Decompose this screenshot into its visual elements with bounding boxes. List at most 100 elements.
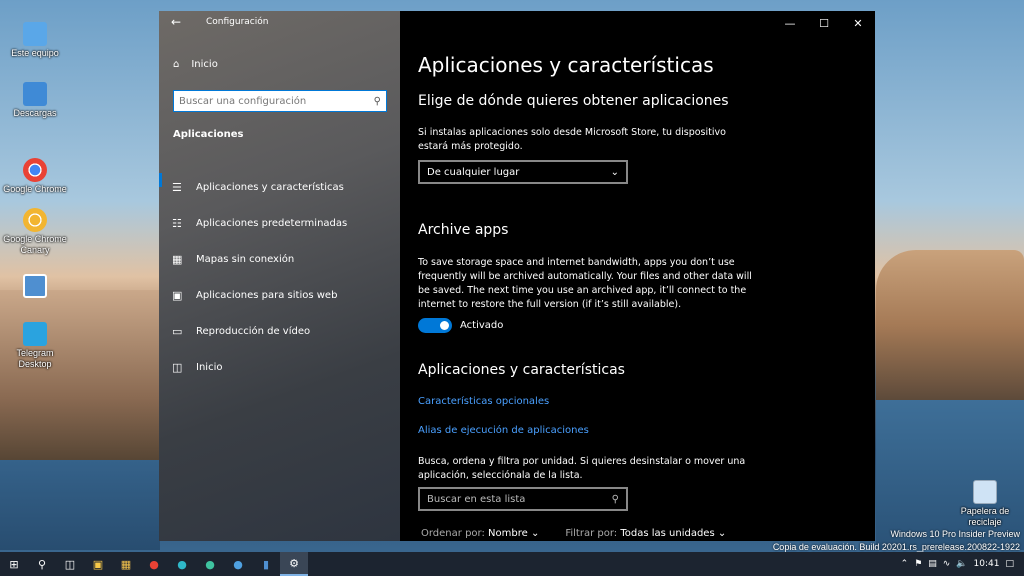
source-description: Si instalas aplicaciones solo desde Micr… xyxy=(418,127,726,152)
sidebar-section-title: Aplicaciones xyxy=(173,129,244,140)
computer-icon xyxy=(23,22,47,46)
default-apps-icon: ☷ xyxy=(172,216,182,230)
desktop-icon-chrome[interactable]: Google Chrome xyxy=(0,158,70,195)
features-heading: Aplicaciones y características xyxy=(418,362,625,378)
back-arrow-icon[interactable]: ← xyxy=(171,15,181,29)
desktop-icon-this-pc[interactable]: Este equipo xyxy=(0,22,70,59)
filter-value: Todas las unidades xyxy=(620,528,715,539)
network-icon[interactable]: ▤ xyxy=(928,559,937,569)
chrome-icon: ● xyxy=(149,557,159,571)
sidebar-item-label: Aplicaciones predeterminadas xyxy=(196,217,348,229)
sidebar-item-label: Reproducción de vídeo xyxy=(196,325,311,337)
app-window-icon xyxy=(23,274,47,298)
desktop-icon-telegram[interactable]: Telegram Desktop xyxy=(0,322,70,370)
sort-filter-row: Ordenar por: Nombre ⌄ Filtrar por: Todas… xyxy=(421,528,726,539)
task-view-button[interactable]: ◫ xyxy=(56,552,84,576)
page-title: Aplicaciones y características xyxy=(418,53,714,77)
window-title: Configuración xyxy=(206,17,269,27)
wallpaper-hill-left xyxy=(0,290,160,470)
filter-dropdown[interactable]: Filtrar por: Todas las unidades ⌄ xyxy=(565,528,726,539)
clock[interactable]: 10:41 xyxy=(974,559,1000,569)
taskbar-chrome[interactable]: ● xyxy=(140,552,168,576)
app-list-search-input[interactable]: Buscar en esta lista ⚲ xyxy=(418,487,628,511)
taskbar-settings[interactable]: ⚙ xyxy=(280,552,308,576)
sidebar-home-label: Inicio xyxy=(191,59,218,70)
desktop-icon-chrome-canary[interactable]: Google Chrome Canary xyxy=(0,208,70,256)
desktop-icon-label: Este equipo xyxy=(11,48,59,58)
sidebar-item-offline-maps[interactable]: ▦ Mapas sin conexión xyxy=(159,241,400,277)
map-icon: ▦ xyxy=(172,252,183,266)
settings-search-input[interactable]: Buscar una configuración ⚲ xyxy=(173,90,387,112)
sidebar-item-apps-features[interactable]: ☰ Aplicaciones y características xyxy=(159,169,400,205)
settings-sidebar: ← Configuración ⌂ Inicio Buscar una conf… xyxy=(159,11,400,541)
taskbar-edge-dev[interactable]: ● xyxy=(224,552,252,576)
desktop-icon-label: Google Chrome xyxy=(3,184,67,194)
chevron-up-icon[interactable]: ⌃ xyxy=(901,559,909,569)
desktop-icon-downloads[interactable]: Descargas xyxy=(0,82,70,119)
store-icon: ▣ xyxy=(92,557,104,571)
system-tray: ⌃ ⚑ ▤ ∿ 🔈 10:41 □ xyxy=(901,552,1024,576)
app-source-value: De cualquier lugar xyxy=(427,166,520,178)
archive-toggle-row: Activado xyxy=(418,318,503,333)
search-placeholder: Buscar una configuración xyxy=(179,95,307,107)
window-controls: — ☐ ✕ xyxy=(773,11,875,35)
app-source-dropdown[interactable]: De cualquier lugar ⌄ xyxy=(418,160,628,184)
wallpaper-sea-left xyxy=(0,460,160,550)
sort-label: Ordenar por: xyxy=(421,528,485,539)
defender-icon[interactable]: ⚑ xyxy=(914,559,922,569)
watermark-build: Copia de evaluación. Build 20201.rs_prer… xyxy=(772,542,1020,552)
sidebar-item-apps-websites[interactable]: ▣ Aplicaciones para sitios web xyxy=(159,277,400,313)
sort-dropdown[interactable]: Ordenar por: Nombre ⌄ xyxy=(421,528,539,539)
start-button[interactable]: ⊞ xyxy=(0,552,28,576)
startup-icon: ◫ xyxy=(172,360,183,374)
sidebar-item-label: Aplicaciones y características xyxy=(196,181,344,193)
settings-content: — ☐ ✕ Aplicaciones y características Eli… xyxy=(400,11,875,541)
chrome-canary-icon xyxy=(23,208,47,232)
archive-apps-toggle[interactable] xyxy=(418,318,452,333)
list-search-placeholder: Buscar en esta lista xyxy=(427,493,526,505)
taskbar-explorer[interactable]: ▦ xyxy=(112,552,140,576)
sidebar-home[interactable]: ⌂ Inicio xyxy=(173,59,218,70)
volume-icon[interactable]: 🔈 xyxy=(956,559,967,569)
desktop-icon-label: Descargas xyxy=(13,108,57,118)
taskbar-store[interactable]: ▣ xyxy=(84,552,112,576)
sidebar-nav: ☰ Aplicaciones y características ☷ Aplic… xyxy=(159,169,400,385)
desktop-icon-recycle-bin[interactable]: Papelera de reciclaje xyxy=(950,480,1020,528)
maximize-icon[interactable]: ☐ xyxy=(807,11,841,35)
notifications-icon[interactable]: □ xyxy=(1005,559,1014,569)
settings-window: ← Configuración ⌂ Inicio Buscar una conf… xyxy=(159,11,875,541)
sidebar-item-default-apps[interactable]: ☷ Aplicaciones predeterminadas xyxy=(159,205,400,241)
desktop-icon-label: Google Chrome Canary xyxy=(3,234,67,255)
taskbar-search-button[interactable]: ⚲ xyxy=(28,552,56,576)
sidebar-item-label: Aplicaciones para sitios web xyxy=(196,289,338,301)
archive-toggle-state: Activado xyxy=(460,320,504,331)
list-icon: ☰ xyxy=(172,180,182,194)
search-icon[interactable]: ⚲ xyxy=(612,494,619,505)
search-icon: ⚲ xyxy=(37,557,47,571)
desktop-icon-label: Telegram Desktop xyxy=(16,348,54,369)
desktop-icon-app[interactable] xyxy=(0,274,70,300)
chevron-down-icon: ⌄ xyxy=(610,166,619,178)
list-description: Busca, ordena y filtra por unidad. Si qu… xyxy=(418,456,746,481)
wallpaper-hill-right xyxy=(876,250,1024,400)
app-execution-alias-link[interactable]: Alias de ejecución de aplicaciones xyxy=(418,425,589,436)
sort-value: Nombre xyxy=(488,528,528,539)
taskbar-app[interactable]: ▮ xyxy=(252,552,280,576)
taskbar-edge[interactable]: ● xyxy=(168,552,196,576)
chevron-down-icon: ⌄ xyxy=(717,528,727,539)
minimize-icon[interactable]: — xyxy=(773,11,807,35)
sidebar-item-video-playback[interactable]: ▭ Reproducción de vídeo xyxy=(159,313,400,349)
sidebar-item-startup[interactable]: ◫ Inicio xyxy=(159,349,400,385)
task-view-icon: ◫ xyxy=(64,557,76,571)
windows-logo-icon: ⊞ xyxy=(9,557,19,571)
folder-icon: ▦ xyxy=(120,557,132,571)
close-icon[interactable]: ✕ xyxy=(841,11,875,35)
edge-dev-icon: ● xyxy=(233,557,243,571)
source-heading: Elige de dónde quieres obtener aplicacio… xyxy=(418,93,729,109)
search-icon[interactable]: ⚲ xyxy=(374,96,381,107)
archive-heading: Archive apps xyxy=(418,222,509,238)
wifi-icon[interactable]: ∿ xyxy=(943,559,951,569)
taskbar-edge-beta[interactable]: ● xyxy=(196,552,224,576)
optional-features-link[interactable]: Características opcionales xyxy=(418,396,549,407)
telegram-icon xyxy=(23,322,47,346)
